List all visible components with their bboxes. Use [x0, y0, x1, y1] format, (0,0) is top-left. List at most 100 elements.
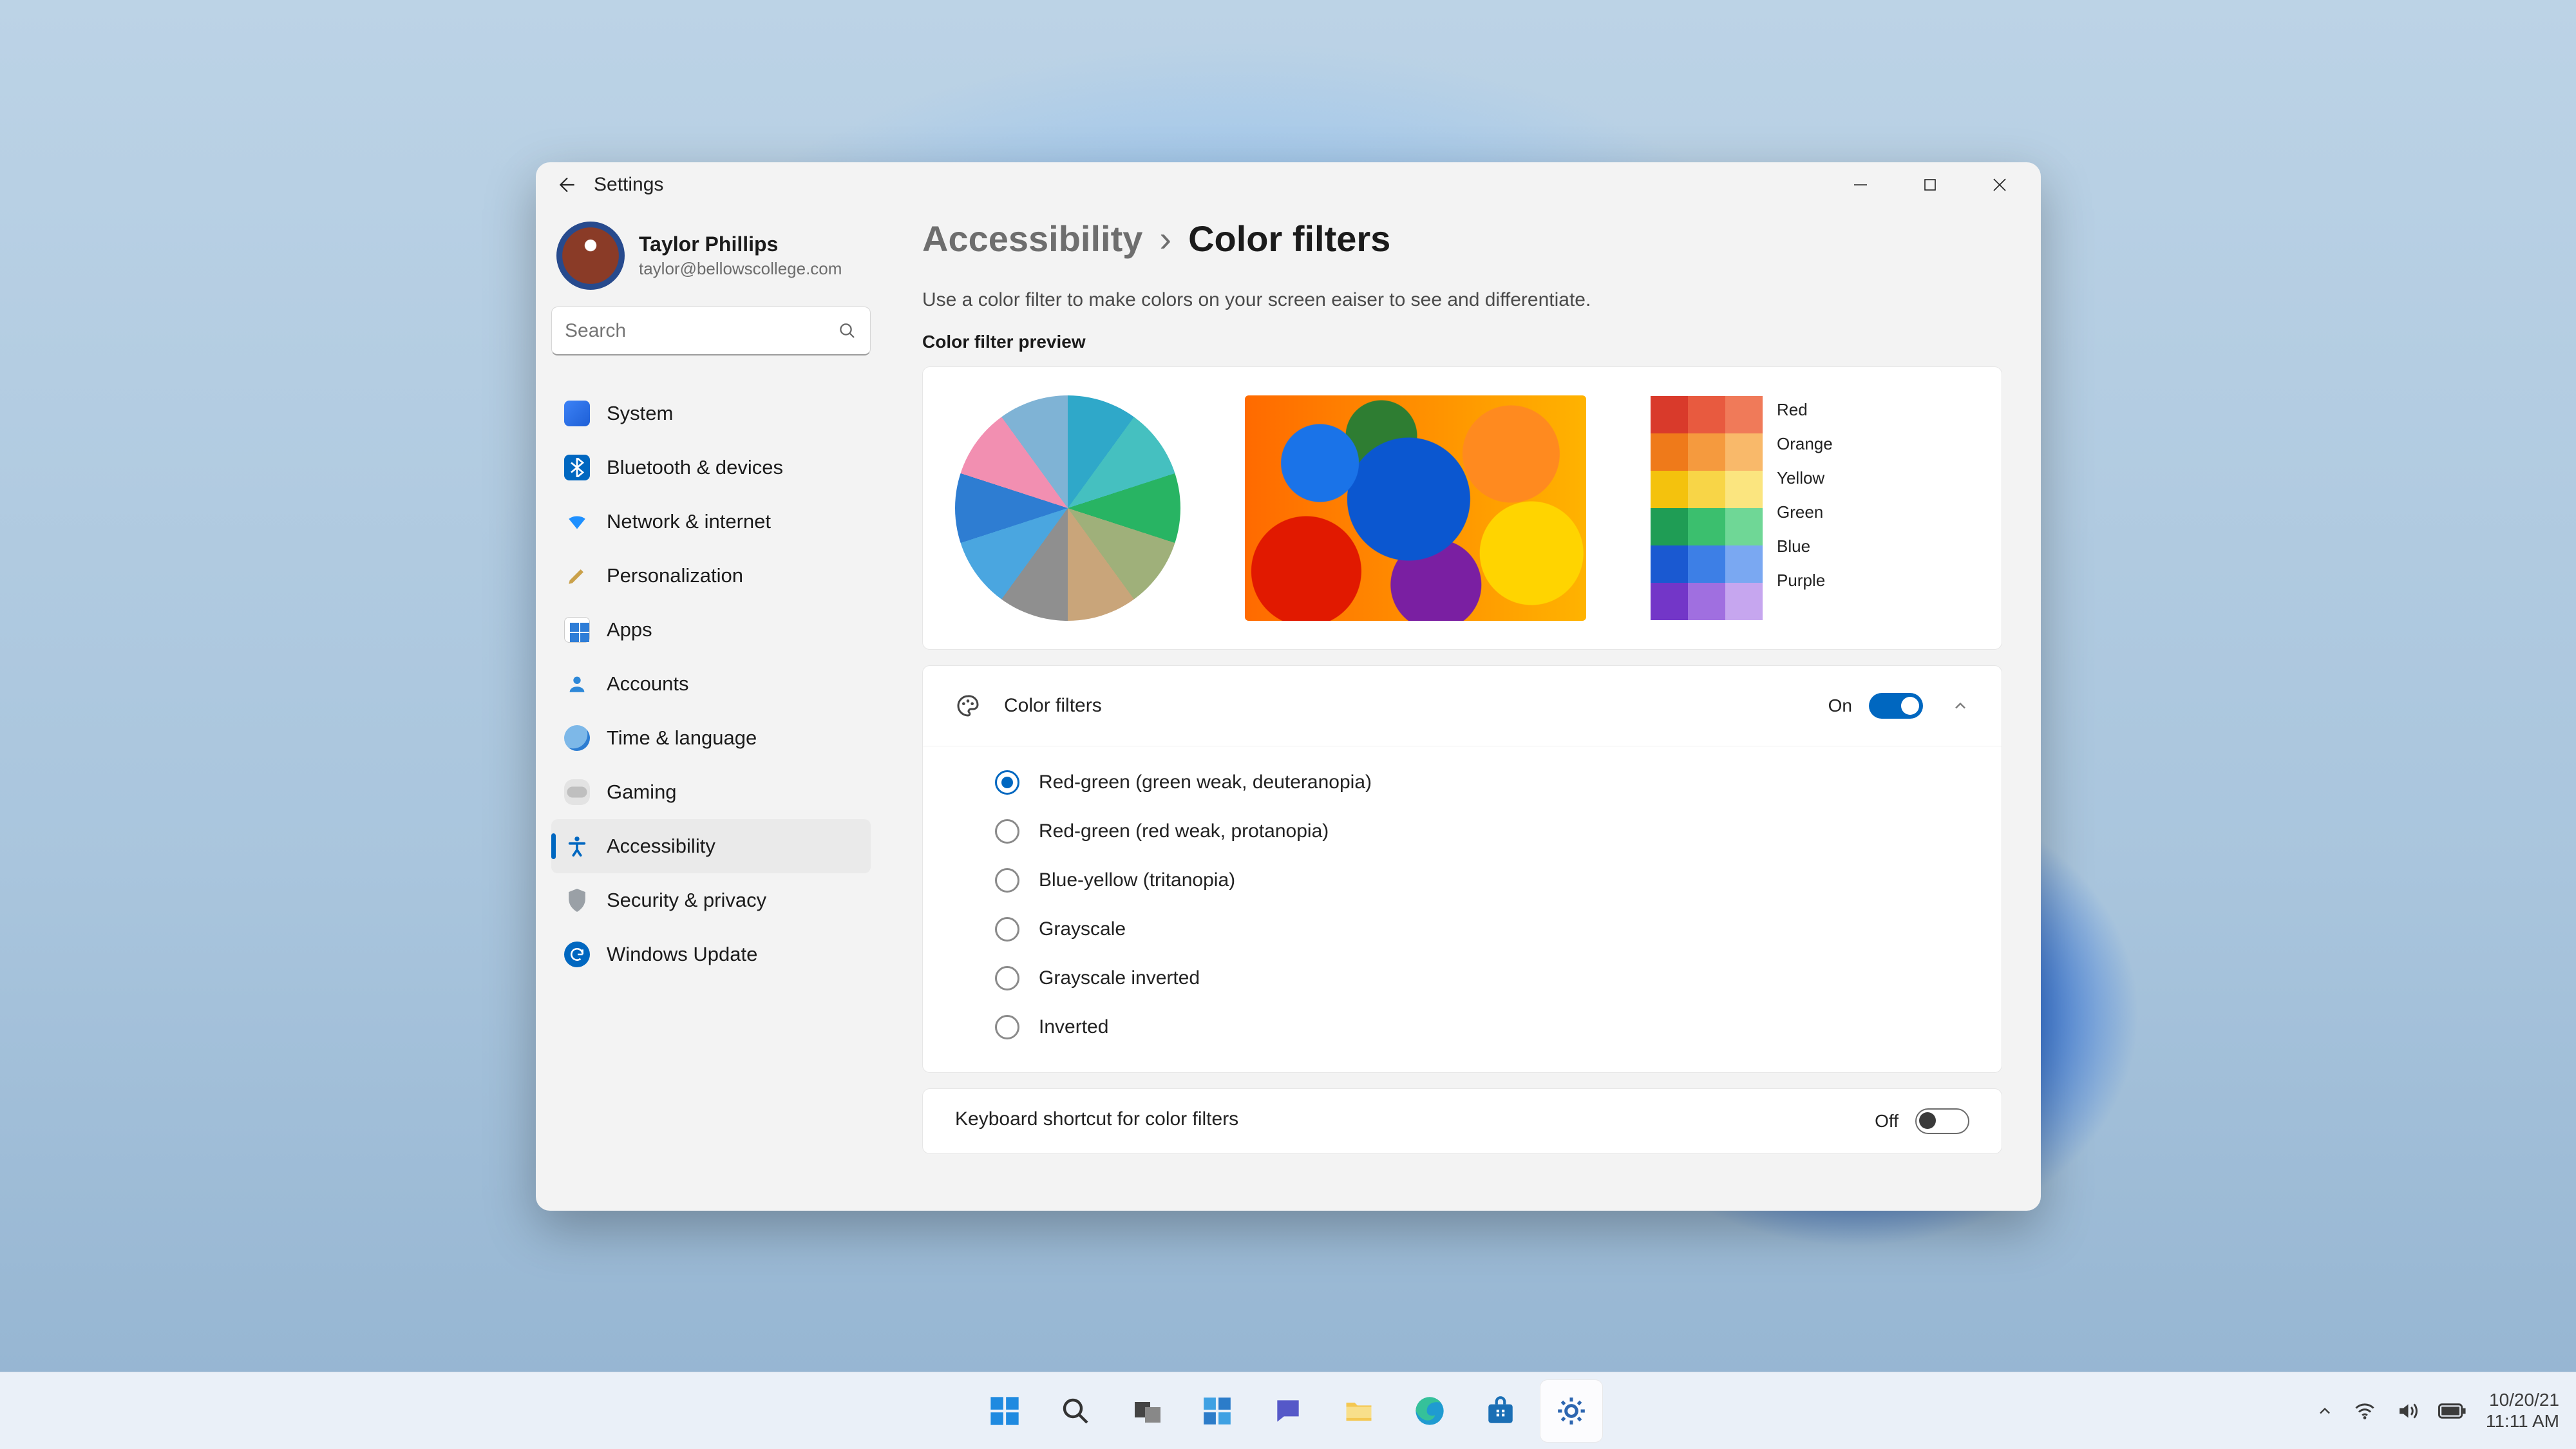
system-icon [564, 401, 590, 426]
nav-personalization[interactable]: Personalization [551, 549, 871, 603]
desktop-wallpaper: Settings Taylor Phillips taylor@bellowsc… [0, 0, 2576, 1449]
clock[interactable]: 10/20/21 11:11 AM [2486, 1390, 2559, 1431]
filter-option[interactable]: Grayscale inverted [995, 954, 1969, 1003]
globe-icon [564, 725, 590, 751]
filter-option[interactable]: Grayscale [995, 905, 1969, 954]
maximize-button[interactable] [1895, 162, 1965, 207]
toggle-state: On [1828, 696, 1852, 716]
filter-option-label: Red-green (red weak, protanopia) [1039, 820, 1329, 842]
color-filters-card: Color filters On Red-green (green weak, … [922, 665, 2002, 1073]
preview-swatches: RedOrangeYellowGreenBluePurple [1651, 396, 1833, 620]
task-view-button[interactable] [1115, 1379, 1178, 1443]
nav-label: Time & language [607, 726, 757, 750]
filter-option[interactable]: Red-green (green weak, deuteranopia) [995, 758, 1969, 807]
color-filters-row[interactable]: Color filters On [923, 666, 2002, 746]
main-panel: Accessibility › Color filters Use a colo… [884, 207, 2041, 1211]
swatch-label: Orange [1777, 434, 1833, 454]
avatar [556, 222, 625, 290]
settings-taskbar[interactable] [1540, 1379, 1603, 1443]
radio-icon [995, 966, 1019, 990]
nav-apps[interactable]: Apps [551, 603, 871, 657]
preview-label: Color filter preview [922, 332, 2002, 352]
nav-label: Accounts [607, 672, 689, 696]
profile[interactable]: Taylor Phillips taylor@bellowscollege.co… [551, 218, 871, 303]
close-button[interactable] [1965, 162, 2034, 207]
toggle-title: Color filters [1004, 695, 1102, 717]
swatch [1725, 508, 1763, 545]
nav-time[interactable]: Time & language [551, 711, 871, 765]
nav-label: System [607, 402, 673, 425]
close-icon [1991, 176, 2008, 193]
shortcut-card: Keyboard shortcut for color filters Off [922, 1088, 2002, 1154]
system-tray[interactable]: 10/20/21 11:11 AM [2316, 1390, 2559, 1431]
windows-icon [988, 1394, 1021, 1428]
nav-gaming[interactable]: Gaming [551, 765, 871, 819]
shortcut-toggle[interactable] [1915, 1108, 1969, 1134]
chevron-up-icon[interactable] [2316, 1402, 2334, 1420]
swatch [1688, 508, 1725, 545]
filter-options: Red-green (green weak, deuteranopia) Red-… [923, 746, 2002, 1072]
swatch [1688, 545, 1725, 583]
back-button[interactable] [553, 170, 582, 200]
minimize-button[interactable] [1826, 162, 1895, 207]
nav-network[interactable]: Network & internet [551, 495, 871, 549]
filter-option-label: Blue-yellow (tritanopia) [1039, 869, 1235, 891]
widgets-button[interactable] [1186, 1379, 1249, 1443]
chevron-right-icon: › [1159, 218, 1171, 260]
swatch [1725, 396, 1763, 433]
swatch-label: Blue [1777, 536, 1833, 556]
color-filters-toggle[interactable] [1869, 693, 1923, 719]
filter-option[interactable]: Red-green (red weak, protanopia) [995, 807, 1969, 856]
nav-bluetooth[interactable]: Bluetooth & devices [551, 440, 871, 495]
person-icon [564, 671, 590, 697]
nav: System Bluetooth & devices Network & int… [551, 386, 871, 981]
swatch [1651, 396, 1688, 433]
chat-button[interactable] [1256, 1379, 1320, 1443]
filter-option[interactable]: Inverted [995, 1003, 1969, 1052]
breadcrumb: Accessibility › Color filters [922, 218, 2002, 260]
nav-label: Network & internet [607, 510, 771, 533]
apps-icon [564, 617, 590, 643]
edge-button[interactable] [1398, 1379, 1461, 1443]
folder-icon [1342, 1394, 1376, 1428]
shortcut-row[interactable]: Keyboard shortcut for color filters Off [923, 1089, 2002, 1153]
nav-label: Apps [607, 618, 652, 641]
radio-icon [995, 819, 1019, 844]
chevron-up-icon [1951, 697, 1969, 715]
swatch-label: Yellow [1777, 468, 1833, 488]
wifi-icon[interactable] [2353, 1399, 2376, 1423]
nav-system[interactable]: System [551, 386, 871, 440]
chat-icon [1272, 1395, 1304, 1427]
store-button[interactable] [1469, 1379, 1532, 1443]
nav-security[interactable]: Security & privacy [551, 873, 871, 927]
brush-icon [564, 563, 590, 589]
nav-update[interactable]: Windows Update [551, 927, 871, 981]
palette-icon [955, 693, 981, 719]
swatch-label: Red [1777, 400, 1833, 420]
nav-label: Personalization [607, 564, 743, 587]
search-input[interactable] [565, 320, 838, 342]
filter-option-label: Inverted [1039, 1016, 1108, 1038]
nav-label: Security & privacy [607, 889, 766, 912]
battery-icon[interactable] [2438, 1402, 2467, 1420]
nav-accounts[interactable]: Accounts [551, 657, 871, 711]
profile-email: taylor@bellowscollege.com [639, 259, 842, 279]
start-button[interactable] [973, 1379, 1036, 1443]
swatch-label: Green [1777, 502, 1833, 522]
volume-icon[interactable] [2396, 1399, 2419, 1423]
profile-name: Taylor Phillips [639, 232, 842, 256]
swatch-grid [1651, 396, 1763, 620]
swatch [1725, 471, 1763, 508]
search-box[interactable] [551, 307, 871, 355]
filter-option[interactable]: Blue-yellow (tritanopia) [995, 856, 1969, 905]
shortcut-state: Off [1875, 1111, 1899, 1132]
explorer-button[interactable] [1327, 1379, 1390, 1443]
edge-icon [1413, 1394, 1446, 1428]
taskbar-search[interactable] [1044, 1379, 1107, 1443]
page-description: Use a color filter to make colors on you… [922, 289, 2002, 311]
wifi-icon [564, 509, 590, 535]
breadcrumb-parent[interactable]: Accessibility [922, 218, 1142, 260]
pie-chart [955, 395, 1180, 621]
swatch [1688, 583, 1725, 620]
nav-accessibility[interactable]: Accessibility [551, 819, 871, 873]
